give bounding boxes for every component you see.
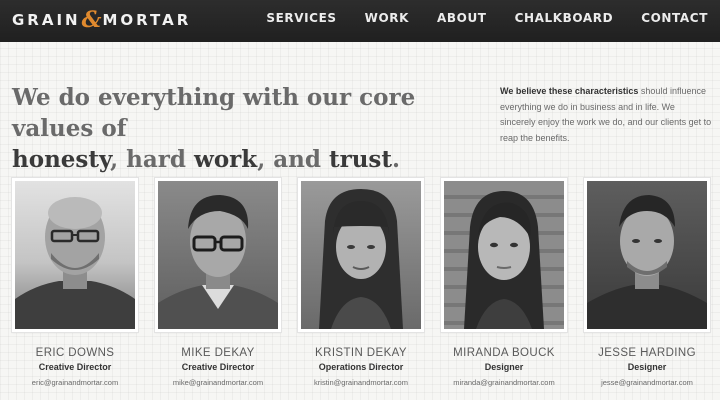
site-header: GRAIN & MORTAR SERVICES WORK ABOUT CHALK… xyxy=(0,0,720,42)
main-nav: SERVICES WORK ABOUT CHALKBOARD CONTACT xyxy=(238,0,708,36)
member-photo-frame xyxy=(441,178,567,332)
headline-text: We do everything with our core values of xyxy=(12,84,416,142)
member-email[interactable]: eric@grainandmortar.com xyxy=(12,378,138,387)
headline-text: . xyxy=(392,146,401,173)
member-email[interactable]: jesse@grainandmortar.com xyxy=(584,378,710,387)
headline-text: , and xyxy=(257,146,329,173)
member-role: Designer xyxy=(627,362,667,372)
member-photo xyxy=(587,181,707,329)
team-member-card: MIKE DEKAY Creative Director mike@graina… xyxy=(155,178,281,387)
headline-honesty: honesty xyxy=(12,146,111,173)
nav-work[interactable]: WORK xyxy=(365,11,409,25)
member-photo-frame xyxy=(584,178,710,332)
headline-work: work xyxy=(194,146,258,173)
team-member-card: MIRANDA BOUCK Designer miranda@grainandm… xyxy=(441,178,567,387)
values-description-bold: We believe these characteristics xyxy=(500,86,639,96)
member-name: KRISTIN DEKAY xyxy=(315,347,407,359)
team-member-card: ERIC DOWNS Creative Director eric@graina… xyxy=(12,178,138,387)
team-member-card: KRISTIN DEKAY Operations Director kristi… xyxy=(298,178,424,387)
member-email[interactable]: miranda@grainandmortar.com xyxy=(441,378,567,387)
member-role: Operations Director xyxy=(318,362,404,372)
team-member-card: JESSE HARDING Designer jesse@grainandmor… xyxy=(584,178,710,387)
nav-chalkboard[interactable]: CHALKBOARD xyxy=(515,11,614,25)
core-values-headline: We do everything with our core values of… xyxy=(12,82,482,175)
nav-contact[interactable]: CONTACT xyxy=(641,11,708,25)
member-role: Creative Director xyxy=(38,362,112,372)
logo-word-2: MORTAR xyxy=(102,11,192,29)
member-name: MIRANDA BOUCK xyxy=(453,347,555,359)
member-name: ERIC DOWNS xyxy=(35,347,115,359)
logo[interactable]: GRAIN & MORTAR xyxy=(12,7,192,33)
logo-ampersand: & xyxy=(81,7,102,33)
member-email[interactable]: mike@grainandmortar.com xyxy=(155,378,281,387)
member-photo xyxy=(15,181,135,329)
member-photo-frame xyxy=(298,178,424,332)
member-name: JESSE HARDING xyxy=(598,347,696,359)
member-photo xyxy=(301,181,421,329)
member-photo-frame xyxy=(155,178,281,332)
logo-word-1: GRAIN xyxy=(12,11,81,29)
values-description: We believe these characteristics should … xyxy=(500,84,712,146)
member-role: Creative Director xyxy=(181,362,255,372)
member-role: Designer xyxy=(484,362,524,372)
member-photo xyxy=(158,181,278,329)
nav-about[interactable]: ABOUT xyxy=(437,11,487,25)
member-name: MIKE DEKAY xyxy=(181,347,255,359)
nav-services[interactable]: SERVICES xyxy=(266,11,336,25)
headline-trust: trust xyxy=(328,146,392,173)
member-photo xyxy=(444,181,564,329)
headline-text: , hard xyxy=(110,146,195,173)
member-photo-frame xyxy=(12,178,138,332)
member-email[interactable]: kristin@grainandmortar.com xyxy=(298,378,424,387)
